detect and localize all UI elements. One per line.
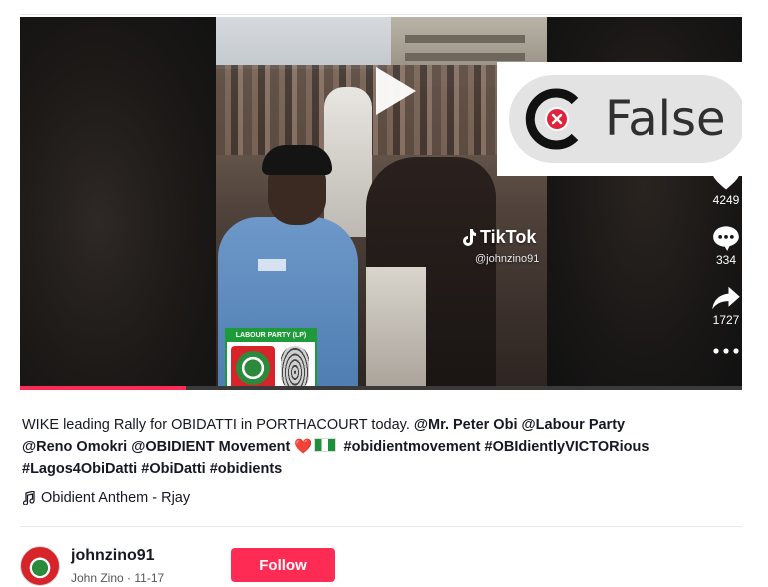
heart-emoji: ❤️ xyxy=(294,439,313,455)
top-divider xyxy=(20,14,742,15)
fact-check-verdict: False xyxy=(497,62,742,176)
tiktok-watermark-handle: @johnzino91 xyxy=(475,253,540,265)
comment-count: 334 xyxy=(715,253,737,267)
logo-title: LABOUR PARTY (LP) xyxy=(227,330,315,342)
nigeria-flag-icon xyxy=(314,438,337,452)
video-blur-left xyxy=(20,17,216,390)
share-icon xyxy=(712,286,740,310)
follow-button[interactable]: Follow xyxy=(231,548,335,582)
hashtag-obidatti[interactable]: #ObiDatti xyxy=(141,461,205,477)
verdict-label: False xyxy=(605,91,726,147)
video-progress-fill xyxy=(20,386,187,390)
factcheck-x-icon xyxy=(525,88,579,150)
mention-peter-obi[interactable]: @Mr. Peter Obi xyxy=(414,417,518,433)
hashtag-lagos4obidatti[interactable]: #Lagos4ObiDatti xyxy=(22,461,137,477)
logo-wheel-icon xyxy=(236,351,270,385)
share-count: 1727 xyxy=(712,313,740,327)
avatar[interactable] xyxy=(20,546,60,586)
hashtag-obidientmovement[interactable]: #obidientmovement xyxy=(344,439,481,455)
more-dots-icon xyxy=(713,348,739,354)
tiktok-note-icon xyxy=(463,228,476,246)
thumbprint-icon xyxy=(281,346,309,390)
mention-obidient-movement[interactable]: @OBIDIENT Movement xyxy=(131,439,290,455)
like-action[interactable]: 4249 xyxy=(690,163,742,207)
comment-action[interactable]: 334 xyxy=(690,225,742,267)
music-title: Obidient Anthem - Rjay xyxy=(41,490,191,506)
caption-text: WIKE leading Rally for OBIDATTI in PORTH… xyxy=(22,417,410,433)
heart-icon xyxy=(712,163,740,190)
hashtag-obidientlyvictorious[interactable]: #OBIdientlyVICTORious xyxy=(485,439,650,455)
like-count: 4249 xyxy=(712,193,740,207)
tiktok-watermark: TikTok xyxy=(460,227,536,248)
scene-officer-cap xyxy=(262,145,332,175)
video-progress-bar[interactable] xyxy=(20,386,742,390)
more-options-button[interactable] xyxy=(690,347,742,355)
labour-party-logo: LABOUR PARTY (LP) xyxy=(225,328,317,390)
author-meta: John Zino · 11-17 xyxy=(71,571,165,585)
video-caption: WIKE leading Rally for OBIDATTI in PORTH… xyxy=(22,414,722,480)
comment-icon xyxy=(713,226,739,251)
music-link[interactable]: Obidient Anthem - Rjay xyxy=(22,490,190,506)
mention-labour-party[interactable]: @Labour Party xyxy=(522,417,626,433)
video-player[interactable]: LABOUR PARTY (LP) TikTok @johnzino91 Fal… xyxy=(20,17,742,390)
scene-officer-badge xyxy=(258,259,286,271)
tiktok-brand: TikTok xyxy=(480,227,537,247)
hashtag-obidients[interactable]: #obidients xyxy=(210,461,283,477)
play-icon[interactable] xyxy=(376,67,416,115)
verdict-pill: False xyxy=(509,75,742,163)
section-divider xyxy=(20,526,742,527)
share-action[interactable]: 1727 xyxy=(690,285,742,327)
music-note-icon xyxy=(22,491,35,505)
mention-reno-omokri[interactable]: @Reno Omokri xyxy=(22,439,127,455)
scene-person-white-2 xyxy=(366,267,426,390)
author-username[interactable]: johnzino91 xyxy=(71,547,155,565)
